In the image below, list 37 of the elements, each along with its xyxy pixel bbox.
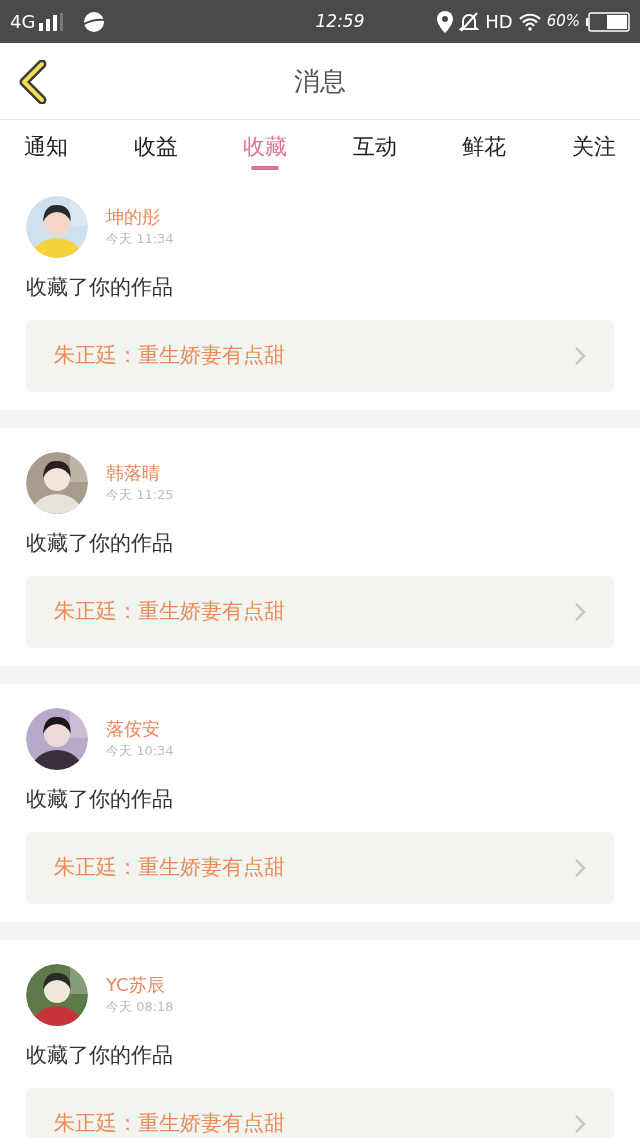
user-name[interactable]: 落侒安 [106, 717, 174, 741]
work-link[interactable]: 朱正廷：重生娇妻有点甜 [26, 576, 614, 648]
message-text: 收藏了你的作品 [26, 786, 174, 813]
work-link[interactable]: 朱正廷：重生娇妻有点甜 [26, 320, 614, 392]
network-type: 4G [10, 10, 36, 34]
hd-indicator: HD [485, 10, 513, 34]
chevron-right-icon [574, 602, 586, 622]
user-name[interactable]: 坤的彤 [106, 205, 174, 229]
page-title: 消息 [294, 64, 346, 98]
tab[interactable]: 通知 [24, 120, 68, 172]
work-link[interactable]: 朱正廷：重生娇妻有点甜 [26, 1088, 614, 1138]
work-link[interactable]: 朱正廷：重生娇妻有点甜 [26, 832, 614, 904]
planet-icon [83, 10, 106, 33]
message-text: 收藏了你的作品 [26, 530, 174, 557]
battery-percent: 60% [546, 11, 580, 33]
chevron-right-icon [574, 346, 586, 366]
message-text: 收藏了你的作品 [26, 274, 174, 301]
message-text: 收藏了你的作品 [26, 1042, 174, 1069]
tab[interactable]: 关注 [571, 120, 616, 172]
message-time: 今天 11:25 [106, 486, 174, 504]
chevron-right-icon [574, 858, 586, 878]
user-name[interactable]: 韩落晴 [106, 461, 174, 485]
muted-bell-icon [459, 11, 480, 32]
message-time: 今天 11:34 [106, 230, 174, 248]
message-time: 今天 10:34 [106, 742, 174, 760]
message-time: 今天 08:18 [106, 998, 174, 1016]
tab[interactable]: 收益 [133, 120, 178, 172]
wifi-icon [518, 12, 541, 31]
signal-icon [39, 12, 66, 31]
tab[interactable]: 收藏 [243, 120, 288, 172]
tab[interactable]: 鲜花 [462, 120, 507, 172]
location-icon [437, 10, 454, 33]
chevron-right-icon [574, 1114, 586, 1134]
user-name[interactable]: YC苏辰 [106, 973, 174, 997]
battery-icon [586, 11, 630, 32]
clock: 12:59 [315, 9, 365, 33]
tab[interactable]: 互动 [352, 120, 397, 172]
